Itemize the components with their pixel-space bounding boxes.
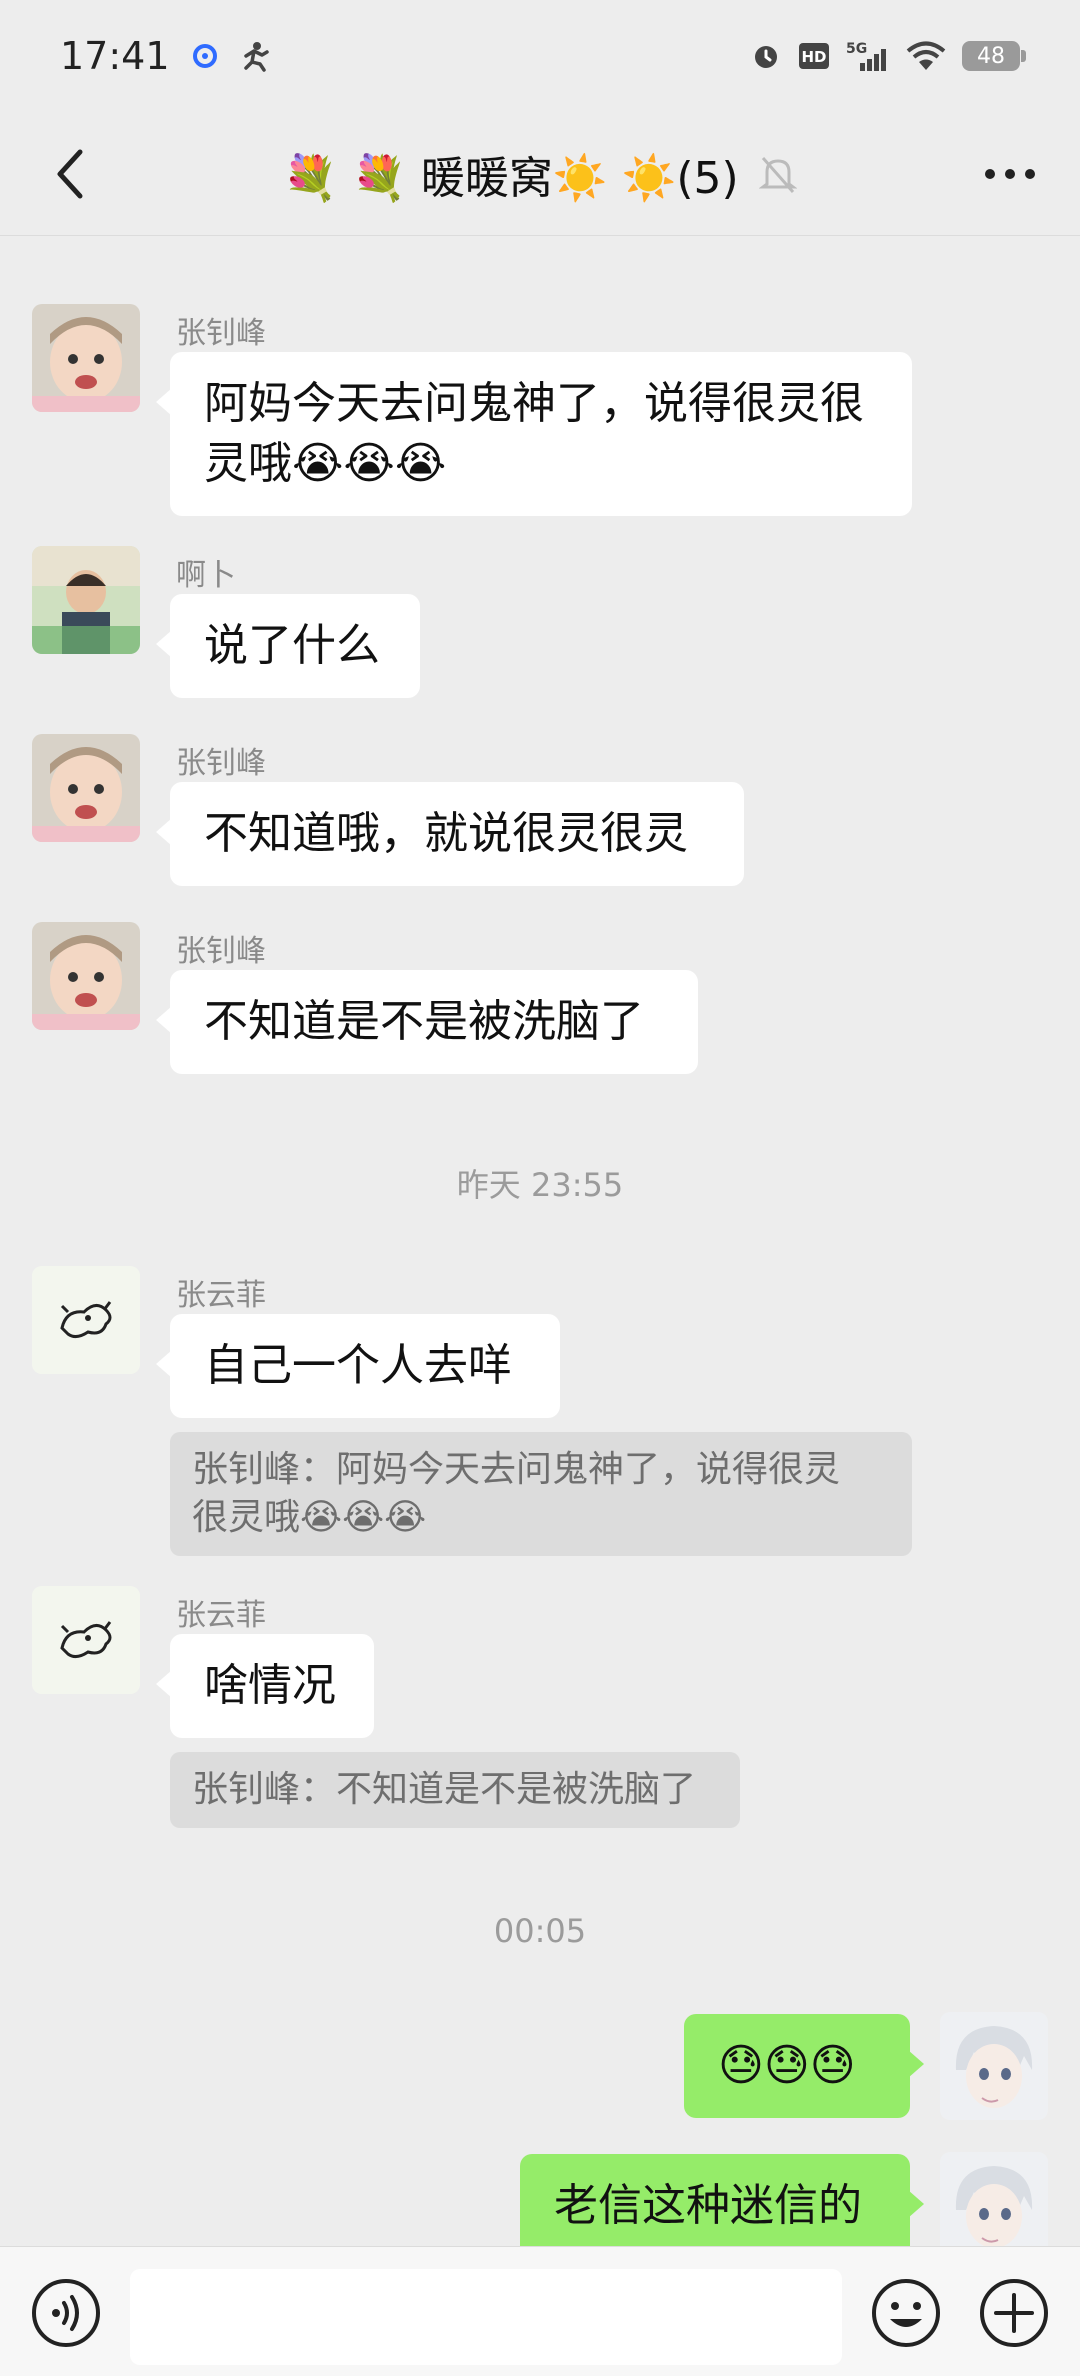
sender-name: 啊卜 xyxy=(176,558,236,593)
avatar-doodle[interactable] xyxy=(32,1266,140,1374)
sender-name: 张云菲 xyxy=(176,1598,266,1633)
avatar-doodle[interactable] xyxy=(32,1586,140,1694)
message-line: 阿妈今天去问鬼神了，说得很灵很 xyxy=(204,378,864,429)
svg-text:HD: HD xyxy=(801,48,826,66)
sender-name: 张钊峰 xyxy=(176,316,266,351)
status-right: HD 5G 48 xyxy=(750,39,1026,73)
sender-name: 张云菲 xyxy=(176,1278,266,1313)
message-input[interactable] xyxy=(130,2269,842,2365)
location-dot-icon xyxy=(192,43,218,69)
avatar-baby[interactable] xyxy=(32,734,140,842)
quoted-message[interactable]: 张钊峰：阿妈今天去问鬼神了，说得很灵 很灵哦😭😭😭 xyxy=(170,1432,912,1556)
voice-icon[interactable] xyxy=(28,2275,104,2351)
sender-name: 张钊峰 xyxy=(176,746,266,781)
more-icon[interactable] xyxy=(970,134,1050,214)
quote-line: 很灵哦😭😭😭 xyxy=(192,1497,427,1538)
status-left: 17:41 xyxy=(60,34,272,78)
avatar-anime[interactable] xyxy=(940,2152,1048,2246)
chat-area[interactable]: 张钊峰 阿妈今天去问鬼神了，说得很灵很 灵哦😭😭😭 啊卜 说了什么 张钊峰 不知… xyxy=(0,236,1080,2246)
running-person-icon xyxy=(240,40,272,72)
battery-indicator: 48 xyxy=(962,41,1026,71)
avatar-baby[interactable] xyxy=(32,922,140,1030)
status-bar: 17:41 HD 5G 48 xyxy=(0,0,1080,112)
message-bubble[interactable]: 啥情况 xyxy=(156,1634,374,1738)
avatar-anime[interactable] xyxy=(940,2012,1048,2120)
message-bubble[interactable]: 阿妈今天去问鬼神了，说得很灵很 灵哦😭😭😭 xyxy=(156,352,912,516)
message-bubble[interactable]: 不知道哦，就说很灵很灵 xyxy=(156,782,744,886)
quoted-message[interactable]: 张钊峰：不知道是不是被洗脑了 xyxy=(170,1752,740,1828)
message-bubble[interactable]: 说了什么 xyxy=(156,594,420,698)
message-line: 灵哦😭😭😭 xyxy=(204,438,447,489)
status-time: 17:41 xyxy=(60,34,170,78)
quote-line: 张钊峰：阿妈今天去问鬼神了，说得很灵 xyxy=(192,1449,841,1490)
avatar-child[interactable] xyxy=(32,546,140,654)
plus-icon[interactable] xyxy=(976,2275,1052,2351)
signal-5g-icon: 5G xyxy=(846,39,890,73)
message-bubble[interactable]: 不知道是不是被洗脑了 xyxy=(156,970,698,1074)
hd-icon: HD xyxy=(798,42,830,70)
emoji-icon[interactable] xyxy=(868,2275,944,2351)
input-bar xyxy=(0,2246,1080,2376)
message-bubble[interactable]: 自己一个人去咩 xyxy=(156,1314,560,1418)
timestamp: 00:05 xyxy=(493,1912,587,1950)
svg-text:5G: 5G xyxy=(846,41,867,57)
my-message-bubble[interactable]: 😓😓😓 xyxy=(684,2014,924,2118)
timestamp: 昨天 23:55 xyxy=(456,1166,624,1204)
alarm-icon xyxy=(750,40,782,72)
sender-name: 张钊峰 xyxy=(176,934,266,969)
chat-title: 💐 💐 暖暖窝☀️ ☀️(5) xyxy=(283,153,739,204)
my-message-bubble[interactable]: 老信这种迷信的 xyxy=(520,2154,924,2246)
chat-title-wrap: 💐 💐 暖暖窝☀️ ☀️(5) xyxy=(0,112,1080,236)
mute-bell-icon xyxy=(758,154,797,194)
avatar-baby[interactable] xyxy=(32,304,140,412)
wifi-icon xyxy=(906,40,946,72)
chat-header: 💐 💐 暖暖窝☀️ ☀️(5) xyxy=(0,112,1080,236)
